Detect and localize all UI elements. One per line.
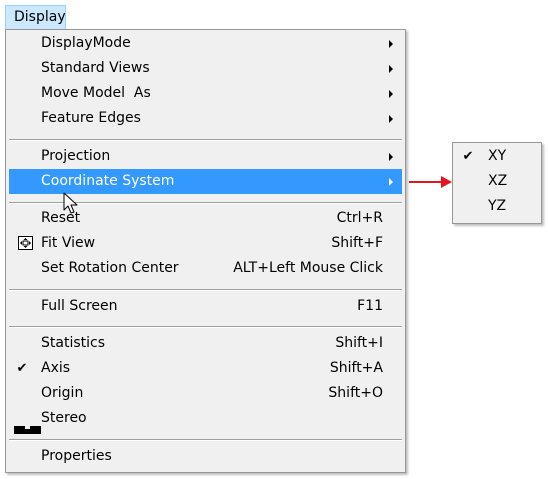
menu-item-shortcut: Shift+I xyxy=(335,335,383,351)
display-dropdown-menu: DisplayMode Standard Views Move Model As… xyxy=(5,29,406,473)
fit-view-icon xyxy=(18,236,33,250)
menu-separator xyxy=(9,326,402,328)
menu-item-shortcut: Shift+F xyxy=(331,235,383,251)
menu-item-shortcut: Shift+O xyxy=(328,385,383,401)
menu-item-label: Move Model As xyxy=(41,85,151,101)
annotation-arrow-icon xyxy=(409,176,452,188)
menu-item-label: Axis xyxy=(41,360,71,376)
submenu-arrow-icon xyxy=(389,90,393,98)
menu-item-axis[interactable]: ✔ Axis Shift+A xyxy=(9,356,402,381)
submenu-arrow-icon xyxy=(389,40,393,48)
display-menu-title[interactable]: Display xyxy=(5,5,66,29)
menu-separator xyxy=(9,439,402,441)
menu-item-shortcut: ALT+Left Mouse Click xyxy=(233,260,383,276)
menu-separator xyxy=(9,289,402,291)
menu-item-shortcut: F11 xyxy=(357,298,383,314)
check-icon: ✔ xyxy=(462,149,474,164)
menu-item-label: Projection xyxy=(41,148,111,164)
menu-item-label: DisplayMode xyxy=(41,35,131,51)
menu-item-properties[interactable]: Properties xyxy=(9,444,402,469)
menu-item-origin[interactable]: Origin Shift+O xyxy=(9,381,402,406)
submenu-item-label: YZ xyxy=(488,198,507,214)
stereo-icon xyxy=(14,418,41,434)
menu-item-label: Stereo xyxy=(41,410,87,426)
coordinate-system-submenu: ✔ XY XZ YZ xyxy=(452,142,542,224)
menu-item-projection[interactable]: Projection xyxy=(9,144,402,169)
menu-item-label: Feature Edges xyxy=(41,110,141,126)
menu-item-display-mode[interactable]: DisplayMode xyxy=(9,31,402,56)
menu-item-feature-edges[interactable]: Feature Edges xyxy=(9,106,402,131)
menu-item-label: Full Screen xyxy=(41,298,118,314)
submenu-arrow-icon xyxy=(389,153,393,161)
menu-item-label: Origin xyxy=(41,385,84,401)
submenu-item-label: XY xyxy=(488,148,507,164)
check-icon: ✔ xyxy=(16,361,28,376)
menu-item-shortcut: Ctrl+R xyxy=(336,210,383,226)
submenu-item-xz[interactable]: XZ xyxy=(456,169,538,194)
menu-item-move-model-as[interactable]: Move Model As xyxy=(9,81,402,106)
menu-item-stereo[interactable]: Stereo xyxy=(9,406,402,434)
menu-item-label: Statistics xyxy=(41,335,105,351)
menu-item-standard-views[interactable]: Standard Views xyxy=(9,56,402,81)
menu-item-fit-view[interactable]: Fit View Shift+F xyxy=(9,231,402,256)
submenu-item-label: XZ xyxy=(488,173,508,189)
menu-item-statistics[interactable]: Statistics Shift+I xyxy=(9,331,402,356)
menu-item-label: Standard Views xyxy=(41,60,150,76)
menu-item-label: Set Rotation Center xyxy=(41,260,179,276)
menu-item-full-screen[interactable]: Full Screen F11 xyxy=(9,294,402,319)
menu-item-label: Properties xyxy=(41,448,112,464)
menu-item-set-rotation-center[interactable]: Set Rotation Center ALT+Left Mouse Click xyxy=(9,256,402,281)
menu-item-coordinate-system[interactable]: Coordinate System xyxy=(9,169,402,194)
menu-item-shortcut: Shift+A xyxy=(329,360,383,376)
submenu-arrow-icon xyxy=(389,115,393,123)
menu-item-label: Fit View xyxy=(41,235,96,251)
submenu-arrow-icon xyxy=(389,65,393,73)
submenu-item-xy[interactable]: ✔ XY xyxy=(456,144,538,169)
submenu-item-yz[interactable]: YZ xyxy=(456,194,538,219)
menu-separator xyxy=(9,139,402,141)
mouse-pointer-icon xyxy=(63,192,78,214)
submenu-arrow-icon xyxy=(389,178,393,186)
menu-item-label: Coordinate System xyxy=(41,173,175,189)
